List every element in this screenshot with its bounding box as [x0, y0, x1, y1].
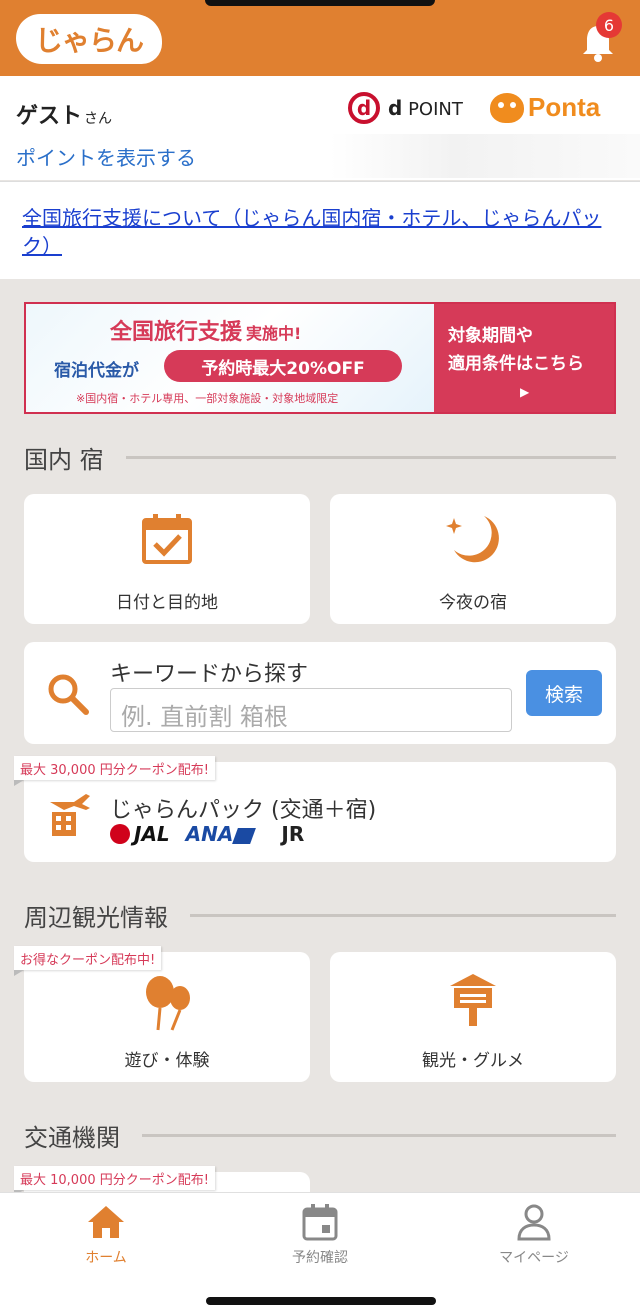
jal-crane-icon	[110, 824, 130, 844]
dpoint-logo[interactable]: d d POINT	[348, 92, 463, 124]
date-destination-label: 日付と目的地	[116, 593, 218, 613]
banner-right: 対象期間や 適用条件はこちら ▶	[434, 304, 614, 412]
calendar-icon	[302, 1204, 338, 1241]
gourmet-label: 観光・グルメ	[422, 1051, 524, 1071]
tonight-label: 今夜の宿	[439, 593, 507, 613]
user-honorific: さん	[84, 111, 113, 127]
search-button[interactable]: 検索	[526, 670, 602, 716]
app-header: じゃらん 6	[0, 0, 640, 76]
user-greeting: ゲスト さん	[16, 98, 112, 130]
banner-title: 全国旅行支援 実施中!	[110, 320, 302, 345]
keyword-search-card: キーワードから探す 例. 直前割 箱根 検索	[24, 642, 616, 744]
logo-text: じゃらん	[34, 24, 144, 57]
travel-support-link[interactable]: 全国旅行支援について（じゃらん国内宿・ホテル、じゃらんパック）	[22, 204, 628, 260]
nav-reservations[interactable]: 予約確認	[240, 1203, 400, 1267]
user-name: ゲスト	[16, 104, 83, 129]
section-title: 交通機関	[24, 1124, 120, 1152]
travel-support-banner[interactable]: 全国旅行支援 実施中! 宿泊代金が 予約時最大20%OFF ※国内宿・ホテル専用、…	[24, 302, 616, 414]
section-domestic-header: 国内 宿	[24, 440, 616, 475]
nav-mypage[interactable]: マイページ	[454, 1203, 614, 1267]
user-icon	[517, 1204, 551, 1241]
activities-label: 遊び・体験	[124, 1051, 210, 1071]
search-icon	[48, 674, 89, 715]
nav-reservations-label: 予約確認	[292, 1250, 348, 1266]
ponta-label: Ponta	[528, 92, 601, 122]
signpost-icon	[450, 974, 496, 1026]
section-divider	[125, 456, 616, 459]
activities-promo-ribbon: お得なクーポン配布中!	[14, 946, 162, 976]
home-indicator	[206, 1297, 436, 1305]
nav-home-label: ホーム	[85, 1250, 127, 1266]
jal-logo: JAL	[110, 822, 170, 846]
nav-home[interactable]: ホーム	[26, 1203, 186, 1267]
pack-promo-ribbon: 最大 30,000 円分クーポン配布!	[14, 756, 215, 786]
carrier-logos: JAL ANA JR	[110, 822, 304, 846]
section-divider	[190, 914, 616, 917]
ponta-raccoon-icon	[490, 92, 524, 123]
keyword-input[interactable]: 例. 直前割 箱根	[110, 688, 512, 732]
user-panel: ゲスト さん d d POINT Ponta ポイントを表示する	[0, 76, 640, 180]
plane-building-icon	[50, 794, 90, 836]
notification-badge: 6	[596, 12, 622, 38]
dpoint-mark-icon: d	[348, 92, 380, 124]
banner-note: ※国内宿・ホテル専用、一部対象施設・対象地域限定	[76, 392, 339, 405]
section-title: 周辺観光情報	[24, 904, 168, 932]
news-section: 全国旅行支援について（じゃらん国内宿・ホテル、じゃらんパック）	[0, 181, 640, 279]
calendar-check-icon	[142, 514, 192, 564]
pack-title: じゃらんパック (交通＋宿)	[110, 798, 377, 823]
home-icon	[88, 1206, 124, 1238]
section-transport-header: 交通機関	[24, 1118, 616, 1153]
keyword-label: キーワードから探す	[110, 662, 309, 687]
tonight-card[interactable]: 今夜の宿	[330, 494, 616, 624]
transport-promo-ribbon: 最大 10,000 円分クーポン配布!	[14, 1166, 215, 1196]
banner-left: 全国旅行支援 実施中! 宿泊代金が 予約時最大20%OFF ※国内宿・ホテル専用、…	[26, 304, 434, 412]
section-title: 国内 宿	[24, 446, 104, 474]
gourmet-card[interactable]: 観光・グルメ	[330, 952, 616, 1082]
ana-logo: ANA	[186, 822, 257, 846]
date-destination-card[interactable]: 日付と目的地	[24, 494, 310, 624]
jalan-logo[interactable]: じゃらん	[16, 14, 162, 64]
status-notch	[205, 0, 435, 6]
banner-right-line1: 対象期間や	[448, 326, 533, 346]
points-placeholder	[330, 134, 640, 178]
ponta-logo[interactable]: Ponta	[490, 92, 600, 123]
jr-logo: JR	[281, 822, 305, 846]
banner-arrow-icon: ▶	[520, 385, 530, 399]
show-points-link[interactable]: ポイントを表示する	[16, 142, 196, 171]
banner-discount-pill: 予約時最大20%OFF	[164, 350, 402, 382]
section-divider	[142, 1134, 616, 1137]
banner-subtitle: 宿泊代金が	[54, 361, 139, 381]
activities-card[interactable]: 遊び・体験	[24, 952, 310, 1082]
banner-right-line2: 適用条件はこちら	[448, 354, 584, 374]
section-sightseeing-header: 周辺観光情報	[24, 898, 616, 933]
moon-star-icon	[446, 516, 499, 563]
nav-mypage-label: マイページ	[499, 1250, 569, 1266]
balloons-icon	[146, 976, 190, 1031]
dpoint-label: d POINT	[388, 96, 463, 120]
